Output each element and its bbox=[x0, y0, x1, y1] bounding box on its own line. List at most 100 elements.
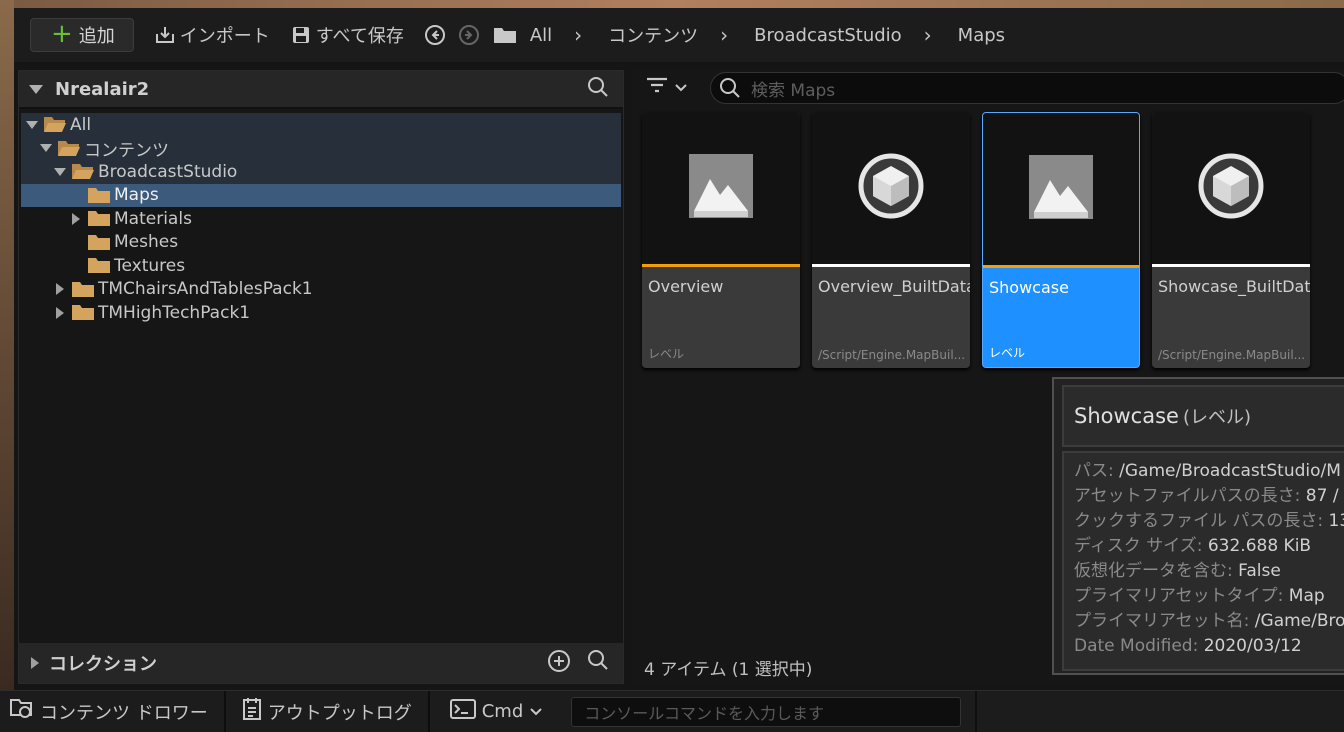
status-divider bbox=[975, 690, 978, 732]
folder-open-icon bbox=[57, 140, 81, 157]
asset-type: レベル bbox=[648, 347, 685, 361]
folder-icon bbox=[87, 210, 111, 227]
tree-item-label: BroadcastStudio bbox=[98, 161, 238, 182]
expanded-icon[interactable] bbox=[25, 120, 39, 129]
collapsed-icon[interactable] bbox=[53, 306, 67, 319]
folder-open-icon bbox=[71, 163, 95, 180]
asset-tile-showcase[interactable]: Showcase レベル bbox=[982, 112, 1140, 368]
sources-panel: Nrealair2 All コンテンツ BroadcastStudio Maps… bbox=[18, 70, 624, 684]
asset-tile-overview-builtdata[interactable]: Overview_BuiltData /Script/Engine.MapBui… bbox=[812, 112, 970, 368]
filter-icon[interactable] bbox=[646, 76, 668, 98]
asset-thumbnail bbox=[1152, 112, 1310, 267]
tooltip-title: Showcase (レベル) bbox=[1062, 385, 1344, 447]
breadcrumb-broadcaststudio[interactable]: BroadcastStudio bbox=[754, 25, 902, 46]
asset-grid: Overview レベル Overview_BuiltData /Script/… bbox=[642, 112, 1310, 368]
back-arrow-icon[interactable] bbox=[424, 24, 446, 46]
tree-item-tmhightech[interactable]: TMHighTechPack1 bbox=[21, 301, 621, 325]
search-placeholder: 検索 Maps bbox=[751, 80, 836, 101]
search-icon bbox=[719, 77, 741, 99]
breadcrumb-contents[interactable]: コンテンツ bbox=[608, 22, 698, 48]
expanded-icon[interactable] bbox=[53, 167, 67, 176]
level-icon bbox=[688, 153, 754, 223]
toolbar: + 追加 インポート すべて保存 All › コンテンツ › Broadcast bbox=[14, 8, 1344, 62]
output-log-label: アウトプットログ bbox=[267, 702, 412, 724]
status-bar: コンテンツ ドロワー アウトプットログ Cmd コンソールコマンドを入力します bbox=[0, 690, 1344, 732]
asset-tooltip: Showcase (レベル) パス: /Game/BroadcastStudio… bbox=[1052, 377, 1344, 675]
add-button[interactable]: + 追加 bbox=[30, 18, 134, 52]
tooltip-row: クックするファイル パスの長さ: 13 bbox=[1074, 511, 1344, 531]
tree-item-contents[interactable]: コンテンツ bbox=[21, 136, 621, 161]
tree-item-maps[interactable]: Maps bbox=[21, 183, 621, 207]
tree-item-materials[interactable]: Materials bbox=[21, 207, 621, 231]
tree-item-label: TMChairsAndTablesPack1 bbox=[98, 279, 313, 300]
chevron-right-icon: › bbox=[923, 23, 932, 47]
collapsed-icon[interactable] bbox=[69, 212, 83, 225]
level-icon bbox=[1028, 154, 1094, 224]
folder-icon bbox=[71, 281, 95, 298]
collapse-icon bbox=[29, 84, 43, 94]
save-all-button[interactable]: すべて保存 bbox=[290, 22, 404, 48]
sources-header[interactable]: Nrealair2 bbox=[19, 71, 623, 109]
asset-name: Overview_BuiltData bbox=[818, 277, 970, 296]
console-placeholder: コンソールコマンドを入力します bbox=[584, 703, 824, 723]
plus-icon: + bbox=[51, 19, 73, 49]
cmd-dropdown[interactable]: Cmd bbox=[430, 691, 560, 732]
folder-icon bbox=[71, 304, 95, 321]
forward-arrow-icon[interactable] bbox=[458, 24, 480, 46]
cmd-label: Cmd bbox=[481, 701, 524, 722]
tree-item-meshes[interactable]: Meshes bbox=[21, 231, 621, 255]
output-log-button[interactable]: アウトプットログ bbox=[226, 690, 430, 732]
expand-icon bbox=[31, 657, 39, 669]
terminal-icon bbox=[449, 699, 476, 724]
asset-tile-overview[interactable]: Overview レベル bbox=[642, 112, 800, 368]
import-button[interactable]: インポート bbox=[154, 22, 270, 48]
folder-icon bbox=[87, 257, 111, 274]
asset-name: Showcase_BuiltData bbox=[1158, 277, 1310, 296]
tree-item-textures[interactable]: Textures bbox=[21, 254, 621, 278]
tooltip-row: 仮想化データを含む: False bbox=[1074, 561, 1281, 581]
chevron-down-icon[interactable] bbox=[674, 78, 688, 97]
tree-item-label: All bbox=[70, 114, 92, 135]
tooltip-row: パス: /Game/BroadcastStudio/M bbox=[1074, 461, 1341, 481]
content-drawer-icon bbox=[10, 698, 34, 725]
console-command-input[interactable]: コンソールコマンドを入力します bbox=[571, 696, 962, 727]
item-count: 4 アイテム (1 選択中) bbox=[644, 660, 813, 680]
tooltip-asset-name: Showcase bbox=[1074, 404, 1179, 428]
asset-thumbnail bbox=[812, 112, 970, 267]
asset-name: Showcase bbox=[989, 278, 1069, 297]
asset-cube-icon bbox=[857, 152, 925, 224]
tooltip-row: プライマリアセットタイプ: Map bbox=[1074, 586, 1325, 606]
folder-open-icon bbox=[43, 116, 67, 133]
chevron-down-icon bbox=[529, 701, 543, 722]
tree-item-label: Materials bbox=[114, 208, 192, 229]
collapsed-icon[interactable] bbox=[53, 283, 67, 296]
folder-icon bbox=[492, 24, 518, 46]
tree-item-all[interactable]: All bbox=[21, 113, 621, 137]
tooltip-row: プライマリアセット名: /Game/Broa bbox=[1074, 611, 1344, 631]
asset-type: レベル bbox=[989, 346, 1026, 360]
asset-tile-showcase-builtdata[interactable]: Showcase_BuiltData /Script/Engine.MapBui… bbox=[1152, 112, 1310, 368]
tree-item-broadcaststudio[interactable]: BroadcastStudio bbox=[21, 160, 621, 184]
expanded-icon[interactable] bbox=[39, 144, 53, 153]
asset-name: Overview bbox=[648, 277, 724, 296]
tree-item-label: Meshes bbox=[114, 232, 179, 253]
breadcrumb-all[interactable]: All bbox=[530, 25, 552, 46]
tooltip-row: アセットファイルパスの長さ: 87 / 2 bbox=[1074, 486, 1344, 506]
add-button-label: 追加 bbox=[78, 26, 115, 47]
import-icon bbox=[154, 24, 176, 46]
add-collection-icon[interactable] bbox=[547, 649, 571, 678]
search-icon[interactable] bbox=[587, 76, 609, 103]
asset-cube-icon bbox=[1197, 152, 1265, 224]
chevron-right-icon: › bbox=[720, 23, 729, 47]
asset-type: /Script/Engine.MapBuil... bbox=[1158, 348, 1306, 362]
collections-header[interactable]: コレクション bbox=[19, 643, 623, 683]
search-icon[interactable] bbox=[587, 649, 609, 678]
output-log-icon bbox=[242, 697, 262, 726]
breadcrumb-maps[interactable]: Maps bbox=[958, 25, 1005, 46]
folder-tree: All コンテンツ BroadcastStudio Maps Materials bbox=[21, 113, 621, 325]
asset-search-input[interactable]: 検索 Maps bbox=[710, 72, 1344, 104]
tree-item-tmchairs[interactable]: TMChairsAndTablesPack1 bbox=[21, 278, 621, 302]
content-drawer-button[interactable]: コンテンツ ドロワー bbox=[0, 690, 226, 732]
chevron-right-icon: › bbox=[574, 23, 583, 47]
tree-item-label: Maps bbox=[114, 185, 159, 206]
